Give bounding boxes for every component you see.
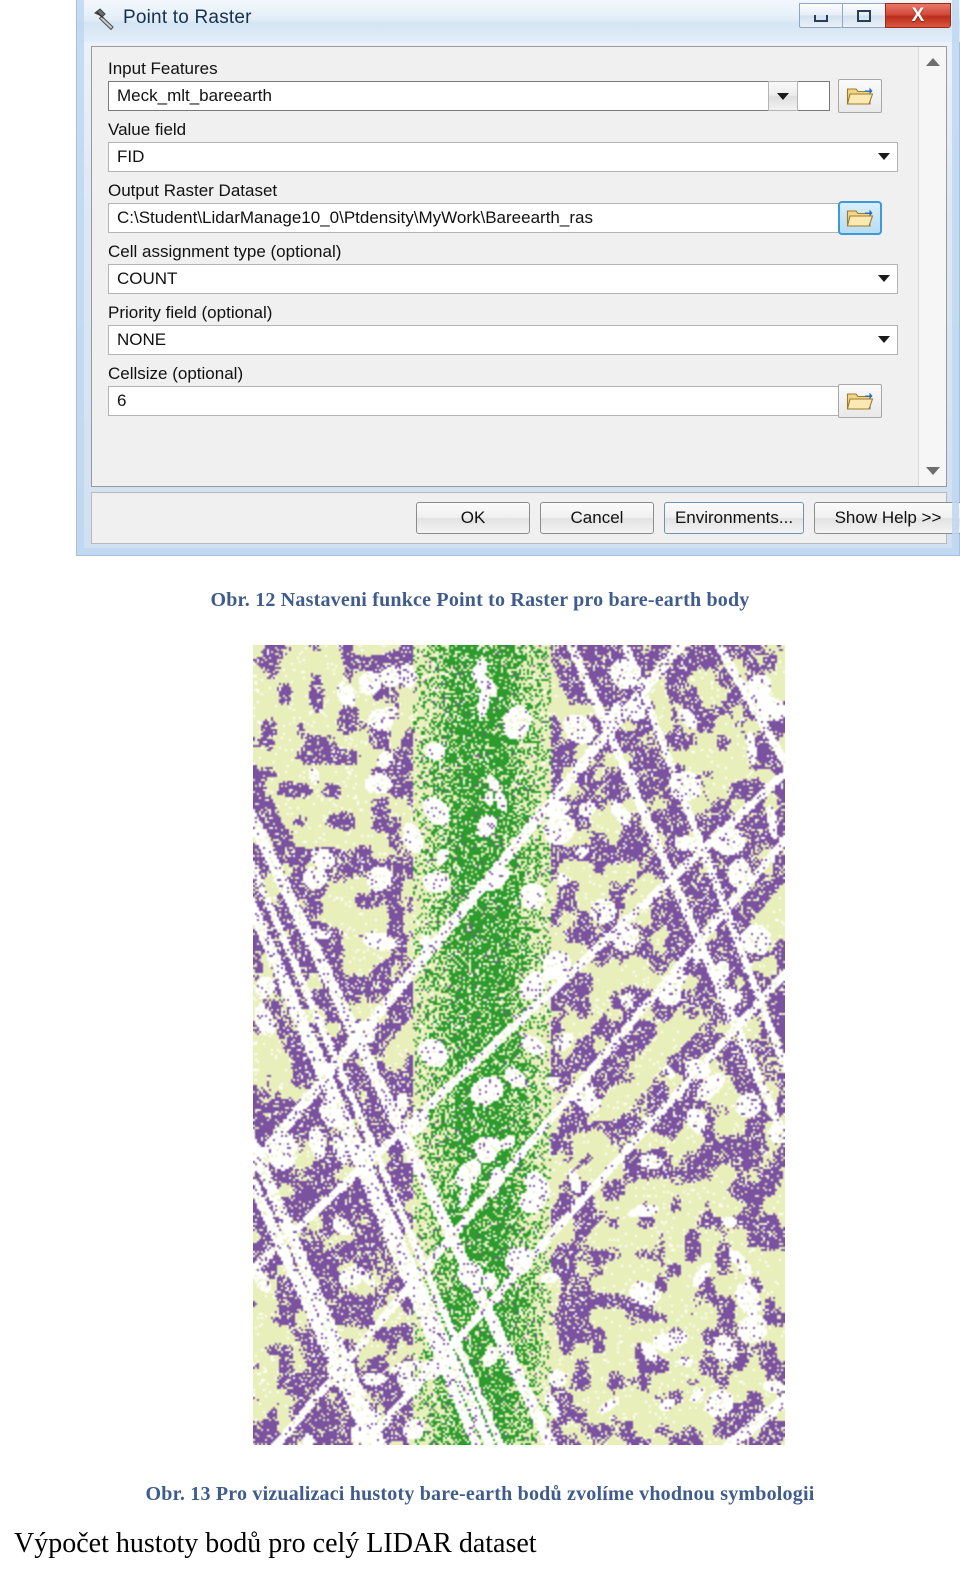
figure-13-caption: Obr. 13 Pro vizualizaci hustoty bare-ear… <box>145 1483 815 1505</box>
chevron-down-icon[interactable] <box>878 275 890 282</box>
minimize-button[interactable] <box>799 3 842 28</box>
field-row-output-raster-dataset: C:\Student\LidarManage10_0\Ptdensity\MyW… <box>108 201 902 235</box>
folder-open-icon <box>846 392 874 410</box>
field-output-raster-dataset: Output Raster Dataset C:\Student\LidarMa… <box>108 181 902 235</box>
hammer-tool-icon <box>91 6 119 34</box>
field-cellsize: Cellsize (optional) 6 <box>108 364 902 418</box>
field-row-cell-assignment-type: COUNT <box>108 264 902 294</box>
input-features-dropdown-button[interactable] <box>768 81 798 111</box>
scroll-up-button[interactable] <box>919 49 947 75</box>
field-row-value-field: FID <box>108 142 902 172</box>
minimize-icon <box>814 14 828 22</box>
cell-assignment-type-combo[interactable]: COUNT <box>108 264 898 294</box>
parameters-scroll-area: Input Features Meck_mlt_bareearth Value … <box>92 47 918 486</box>
input-features-combo[interactable]: Meck_mlt_bareearth <box>108 81 830 111</box>
field-row-cellsize: 6 <box>108 384 902 418</box>
folder-open-icon <box>846 209 874 227</box>
field-priority-field: Priority field (optional) NONE <box>108 303 902 355</box>
field-label-cellsize: Cellsize (optional) <box>108 364 244 383</box>
scroll-down-button[interactable] <box>919 458 947 484</box>
output-raster-browse-button[interactable] <box>838 201 882 235</box>
field-label-cell-assignment-type: Cell assignment type (optional) <box>108 242 342 261</box>
chevron-down-icon[interactable] <box>878 336 890 343</box>
environments-button[interactable]: Environments... <box>664 502 804 534</box>
value-field-combo[interactable]: FID <box>108 142 898 172</box>
close-icon: X <box>911 5 925 26</box>
chevron-down-icon <box>926 467 940 475</box>
cancel-button[interactable]: Cancel <box>540 502 654 534</box>
show-help-button[interactable]: Show Help >> <box>814 502 960 534</box>
field-label-value-field: Value field <box>108 120 187 139</box>
field-input-features: Input Features Meck_mlt_bareearth <box>108 59 902 113</box>
input-features-browse-button[interactable] <box>838 79 882 113</box>
maximize-button[interactable] <box>842 3 885 28</box>
maximize-icon <box>857 9 871 22</box>
chevron-up-icon <box>926 58 940 66</box>
dialog-button-bar: OK Cancel Environments... Show Help >> <box>91 492 960 544</box>
page-heading: Výpočet hustoty bodů pro celý LIDAR data… <box>14 1528 537 1559</box>
field-value-field: Value field FID <box>108 120 902 172</box>
folder-open-icon <box>846 87 874 105</box>
field-row-priority-field: NONE <box>108 325 902 355</box>
field-label-priority-field: Priority field (optional) <box>108 303 273 322</box>
field-cell-assignment-type: Cell assignment type (optional) COUNT <box>108 242 902 294</box>
raster-canvas <box>253 645 785 1445</box>
dialog-title: Point to Raster <box>123 7 252 28</box>
field-label-input-features: Input Features <box>108 59 218 78</box>
tool-parameters-panel: Input Features Meck_mlt_bareearth Value … <box>91 46 947 487</box>
cellsize-input[interactable]: 6 <box>108 386 848 416</box>
window-controls: X <box>799 3 951 28</box>
dialog-titlebar[interactable]: Point to Raster X <box>77 0 960 42</box>
output-raster-dataset-input[interactable]: C:\Student\LidarManage10_0\Ptdensity\MyW… <box>108 203 848 233</box>
point-to-raster-dialog: Point to Raster X Input Features Meck_ml… <box>76 0 960 556</box>
field-row-input-features: Meck_mlt_bareearth <box>108 79 902 113</box>
field-label-output-raster-dataset: Output Raster Dataset <box>108 181 278 200</box>
priority-field-combo[interactable]: NONE <box>108 325 898 355</box>
point-density-raster-map <box>253 645 785 1445</box>
chevron-down-icon[interactable] <box>878 153 890 160</box>
close-button[interactable]: X <box>885 3 951 28</box>
ok-button[interactable]: OK <box>416 502 530 534</box>
figure-12-caption: Obr. 12 Nastaveni funkce Point to Raster… <box>210 589 750 611</box>
chevron-down-icon <box>777 92 789 100</box>
parameters-scrollbar[interactable] <box>918 47 946 486</box>
cellsize-browse-button[interactable] <box>838 384 882 418</box>
